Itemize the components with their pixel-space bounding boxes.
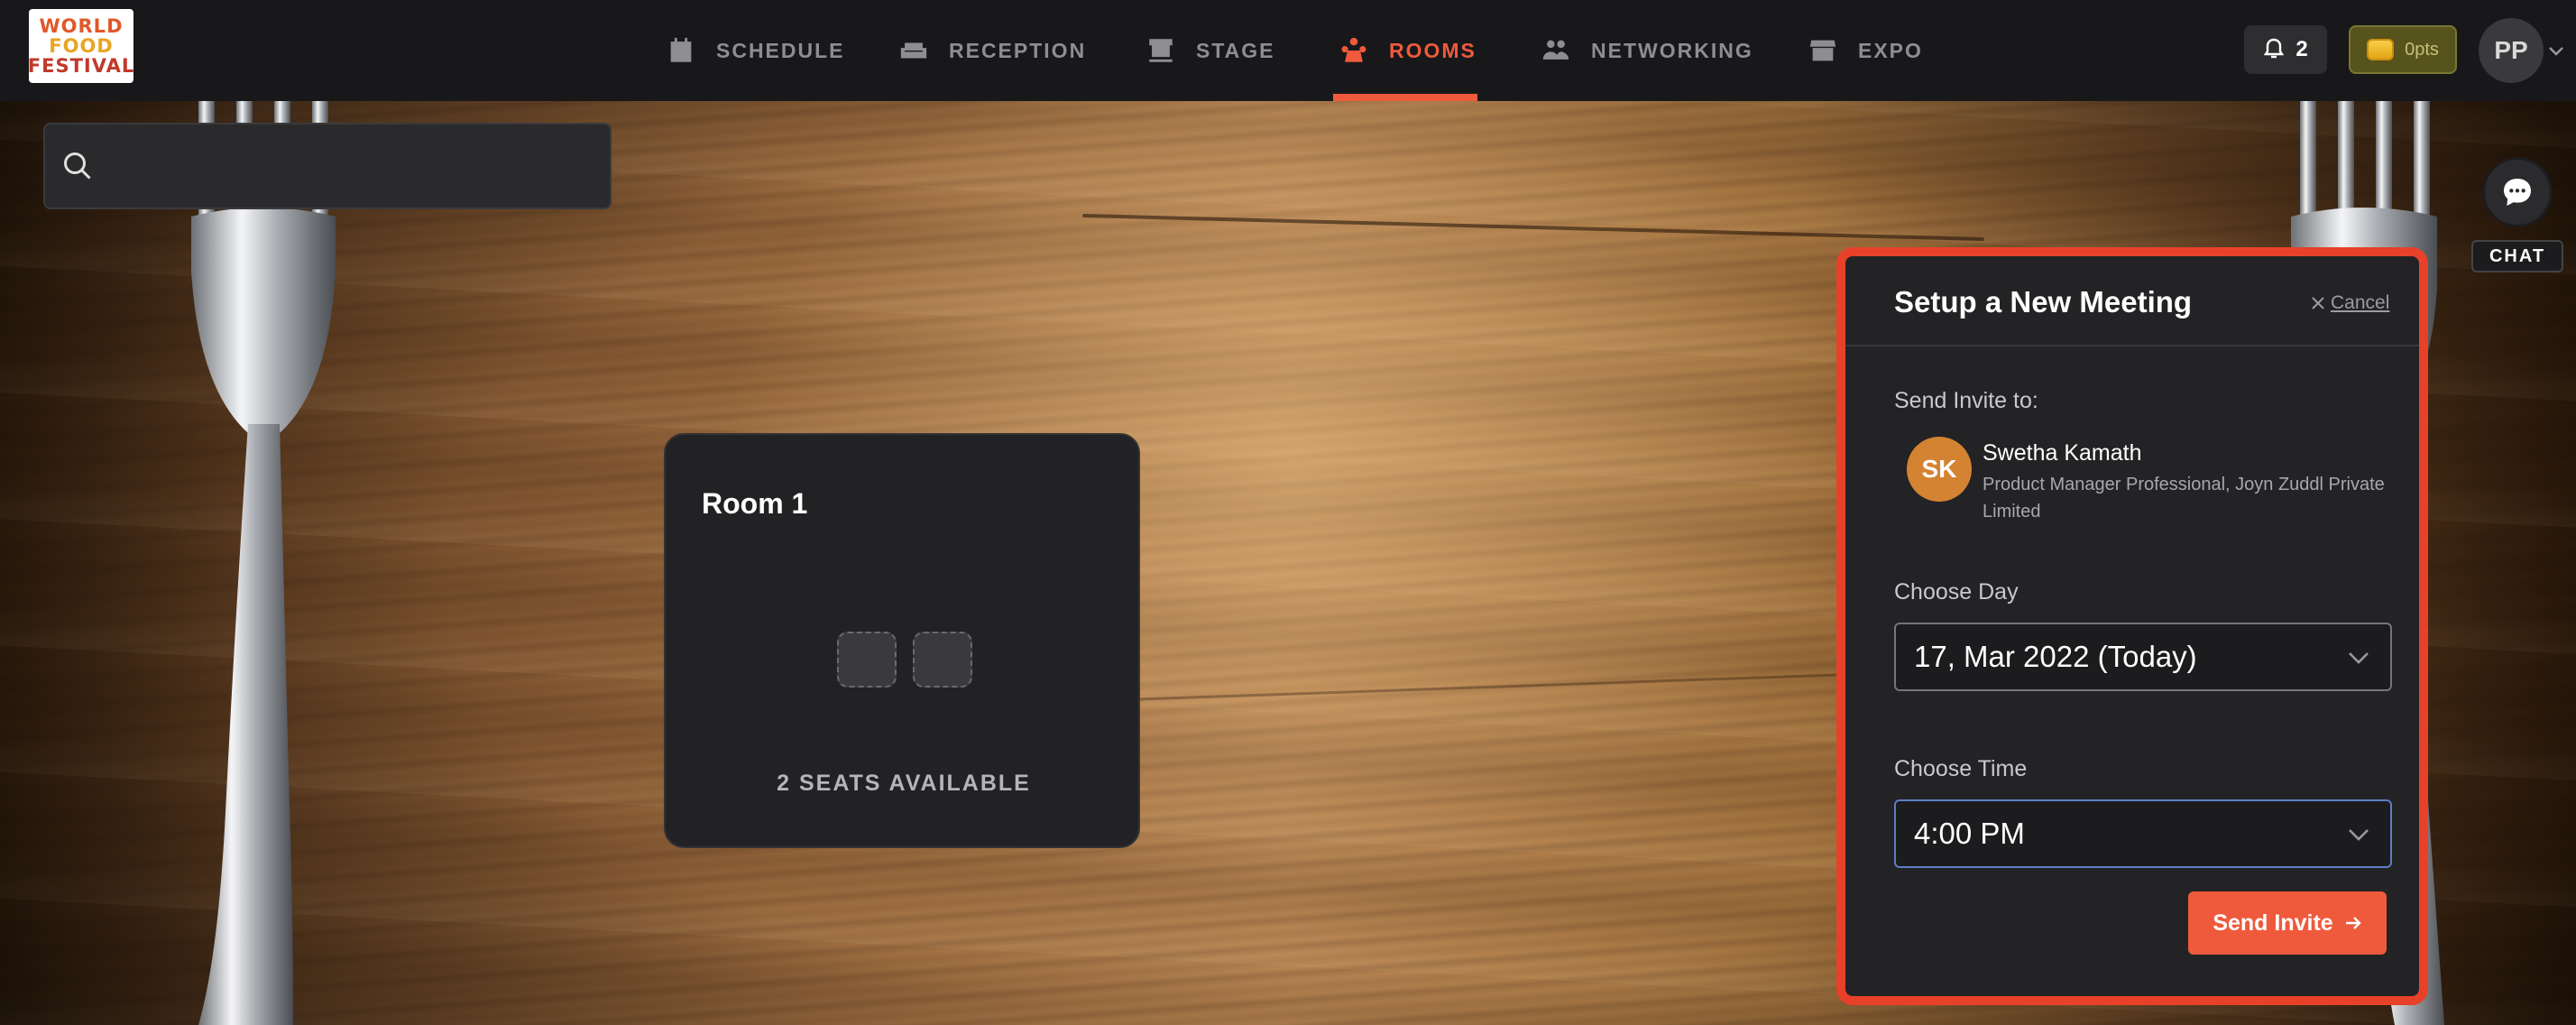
seat-slot[interactable]: [913, 632, 972, 688]
networking-icon: [1542, 40, 1569, 60]
chevron-down-icon: [2349, 652, 2369, 664]
nav-label-stage: STAGE: [1196, 38, 1275, 62]
invitee-avatar: SK: [1907, 437, 1972, 502]
invitee-initials: SK: [1921, 455, 1957, 483]
nav-item-networking[interactable]: NETWORKING: [1541, 0, 1753, 101]
send-invite-label: Send Invite: [2213, 910, 2333, 936]
points-badge[interactable]: 0pts: [2349, 25, 2457, 74]
points-value: 0pts: [2405, 39, 2439, 60]
room-card[interactable]: Room 1 2 SEATS AVAILABLE: [664, 433, 1140, 848]
notifications-button[interactable]: 2: [2244, 25, 2327, 74]
panel-divider: [1845, 345, 2419, 346]
day-select[interactable]: 17, Mar 2022 (Today): [1894, 623, 2392, 691]
invitee-role: Product Manager Professional, Joyn Zuddl…: [1983, 475, 2385, 522]
meeting-panel-title: Setup a New Meeting: [1894, 285, 2193, 319]
nav-item-expo[interactable]: EXPO: [1808, 0, 1923, 101]
nav-item-reception[interactable]: RECEPTION: [898, 0, 1086, 101]
room-title: Room 1: [702, 487, 808, 520]
calendar-icon: [670, 37, 692, 62]
day-select-value: 17, Mar 2022 (Today): [1914, 640, 2197, 673]
sofa-icon: [900, 42, 927, 59]
fork-left-image: [191, 90, 336, 1025]
send-invite-button[interactable]: Send Invite: [2188, 891, 2387, 955]
chat-bubble-icon: [2504, 179, 2531, 206]
user-initials: PP: [2494, 36, 2528, 64]
arrow-right-icon: [2345, 917, 2361, 929]
people-table-icon: [1341, 37, 1366, 62]
nav-item-stage[interactable]: STAGE: [1145, 0, 1275, 101]
close-icon: [2312, 297, 2324, 309]
time-select-value: 4:00 PM: [1914, 817, 2025, 850]
choose-time-label: Choose Time: [1894, 756, 2028, 781]
nav-item-schedule[interactable]: SCHEDULE: [666, 0, 845, 101]
store-icon: [1809, 40, 1836, 61]
search-input[interactable]: [108, 125, 595, 208]
new-meeting-panel: Setup a New Meeting Cancel Send Invite t…: [1836, 247, 2428, 1005]
nav-label-schedule: SCHEDULE: [716, 38, 845, 62]
search-icon: [64, 152, 91, 180]
main-nav: SCHEDULE RECEPTION STAGE ROOMS NETWORKIN…: [0, 0, 2576, 101]
chat-button[interactable]: [2482, 157, 2553, 227]
stage-icon: [1149, 39, 1173, 62]
nav-label-reception: RECEPTION: [949, 38, 1087, 62]
choose-day-label: Choose Day: [1894, 579, 2019, 605]
cancel-button[interactable]: Cancel: [2311, 292, 2389, 314]
user-avatar[interactable]: PP: [2479, 18, 2544, 83]
coin-icon: [2367, 39, 2395, 60]
chevron-down-icon[interactable]: [2547, 42, 2565, 60]
nav-label-expo: EXPO: [1858, 38, 1923, 62]
nav-item-rooms[interactable]: ROOMS: [1339, 0, 1477, 101]
invite-label: Send Invite to:: [1894, 388, 2038, 413]
notifications-count: 2: [2295, 37, 2308, 61]
time-select[interactable]: 4:00 PM: [1894, 799, 2392, 868]
invitee-name: Swetha Kamath: [1983, 440, 2142, 466]
nav-label-networking: NETWORKING: [1591, 38, 1753, 62]
chat-label[interactable]: CHAT: [2471, 240, 2563, 272]
seats-available-text: 2 SEATS AVAILABLE: [777, 771, 1031, 796]
nav-label-rooms: ROOMS: [1389, 38, 1477, 62]
chevron-down-icon: [2349, 829, 2369, 841]
cancel-label: Cancel: [2331, 292, 2390, 313]
top-navigation-bar: WORLD FOOD FESTIVAL SCHEDULE RECEPTION S…: [0, 0, 2576, 101]
search-box: [43, 123, 612, 209]
active-tab-indicator: [1333, 94, 1477, 101]
bell-icon: [2264, 38, 2285, 59]
seat-slot[interactable]: [837, 632, 897, 688]
